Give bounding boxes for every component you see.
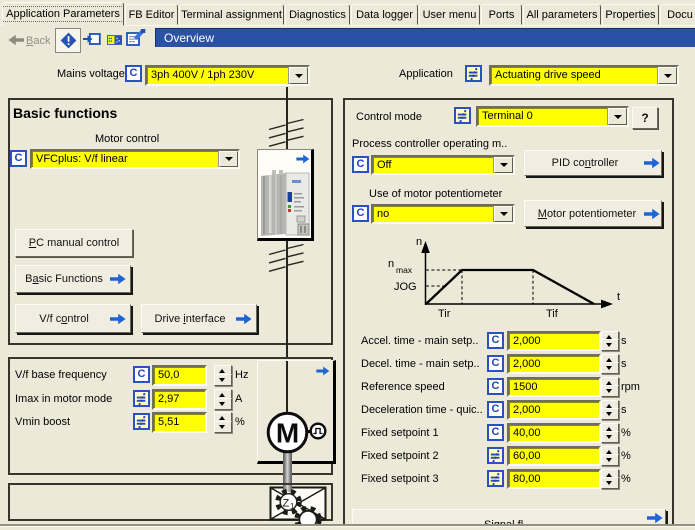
svg-text:1: 1 (290, 502, 295, 511)
svg-text:t: t (617, 291, 620, 303)
svg-text:max: max (396, 265, 413, 275)
svg-text:n: n (416, 236, 422, 248)
svg-text:Z: Z (283, 498, 290, 510)
svg-text:M: M (276, 418, 299, 449)
svg-text:Tif: Tif (546, 308, 559, 320)
svg-text:JOG: JOG (394, 281, 417, 293)
svg-text:n: n (388, 258, 394, 270)
svg-text:Tir: Tir (438, 308, 451, 320)
